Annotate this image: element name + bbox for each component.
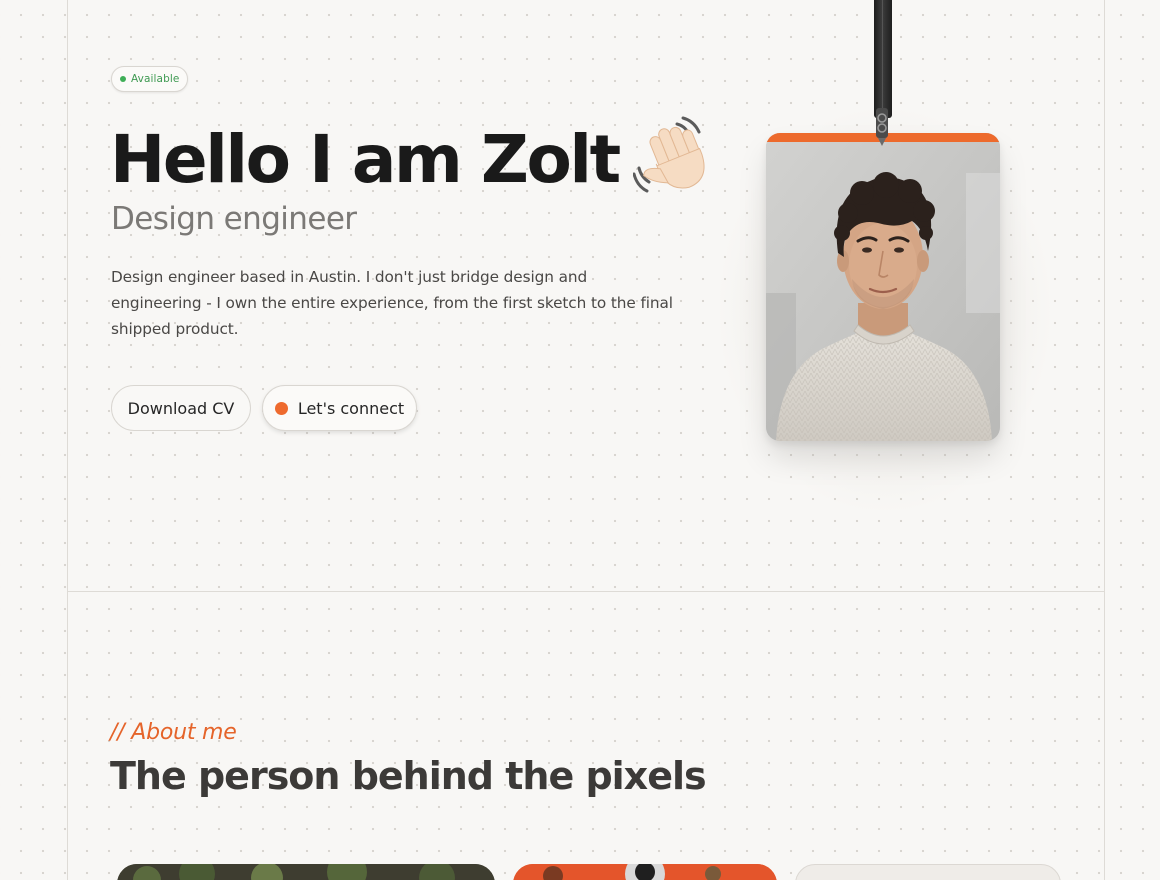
page-title: Hello I am Zolt: [110, 121, 621, 198]
connect-label: Let's connect: [297, 398, 405, 418]
waving-hand-icon: [632, 116, 705, 193]
hero-divider: [67, 591, 1105, 592]
hero-bio: Design engineer based in Austin. I don't…: [111, 268, 673, 338]
camera-photo: [513, 864, 777, 880]
connect-dot-icon: [274, 401, 288, 415]
about-card-3[interactable]: [795, 864, 1061, 880]
status-badge: Available: [111, 66, 189, 92]
about-kicker: // About me: [110, 720, 237, 745]
frame-line-right: [1104, 0, 1105, 880]
lanyard-seam: [882, 0, 883, 118]
garden-photo: [117, 864, 495, 880]
lanyard-strap[interactable]: [874, 0, 892, 118]
status-dot-icon: [120, 76, 126, 82]
frame-line-left: [67, 0, 68, 880]
about-title: The person behind the pixels: [110, 754, 707, 798]
id-badge-card[interactable]: [766, 133, 1000, 441]
status-label: Available: [131, 73, 180, 85]
download-cv-label: Download CV: [127, 398, 235, 418]
portrait-photo: [766, 133, 1000, 441]
hero-subtitle: Design engineer: [111, 201, 357, 237]
hero-heading: Hello I am Zolt: [110, 116, 717, 202]
connect-button[interactable]: Let's connect: [262, 385, 417, 431]
about-card-photo-2[interactable]: [513, 864, 777, 880]
about-card-photo-1[interactable]: [117, 864, 495, 880]
badge-clip-icon: [876, 108, 888, 146]
download-cv-button[interactable]: Download CV: [111, 385, 251, 431]
